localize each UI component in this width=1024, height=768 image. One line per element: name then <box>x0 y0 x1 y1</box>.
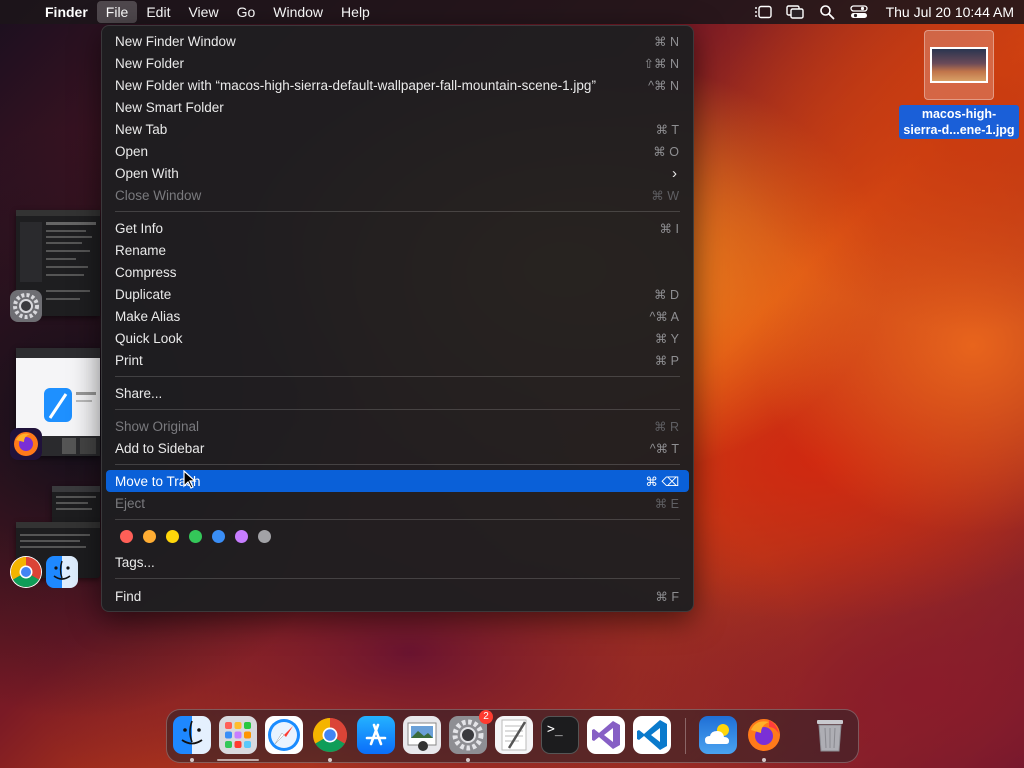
tag-blue-dot[interactable] <box>212 530 225 543</box>
firefox-icon[interactable] <box>745 716 783 754</box>
textedit-icon[interactable] <box>495 716 533 754</box>
desktop-file-name: macos-high- sierra-d...ene-1.jpg <box>899 105 1019 139</box>
weather-icon[interactable] <box>699 716 737 754</box>
menu-item-rename[interactable]: Rename <box>106 239 689 261</box>
menu-separator <box>115 211 680 212</box>
stage-manager-icon[interactable] <box>754 5 772 19</box>
vscode-icon[interactable] <box>633 716 671 754</box>
menu-file[interactable]: File <box>96 1 138 23</box>
menu-item-new-folder[interactable]: New Folder ⇧⌘ N <box>106 52 689 74</box>
menu-item-open-with[interactable]: Open With › <box>106 162 689 184</box>
menu-separator <box>115 376 680 377</box>
menu-separator <box>115 578 680 579</box>
firefox-app-icon[interactable] <box>10 428 42 460</box>
menu-item-share[interactable]: Share... <box>106 382 689 404</box>
tag-yellow-dot[interactable] <box>166 530 179 543</box>
spotlight-search-icon[interactable] <box>818 5 836 20</box>
menu-item-new-smart-folder[interactable]: New Smart Folder <box>106 96 689 118</box>
control-center-icon[interactable] <box>849 5 868 19</box>
screen-mirroring-icon[interactable] <box>785 5 804 19</box>
menu-item-get-info[interactable]: Get Info ⌘ I <box>106 217 689 239</box>
menu-item-compress[interactable]: Compress <box>106 261 689 283</box>
dock-separator <box>685 718 686 754</box>
menu-separator <box>115 409 680 410</box>
dock: 2 >_ <box>166 709 859 763</box>
menu-bar: Finder File Edit View Go Window Help Thu… <box>0 0 1024 24</box>
menu-item-close-window: Close Window ⌘ W <box>115 187 679 203</box>
menu-item-show-original: Show Original ⌘ R <box>115 418 679 434</box>
menu-item-make-alias[interactable]: Make Alias ^⌘ A <box>106 305 689 327</box>
safari-icon[interactable] <box>265 716 303 754</box>
notification-badge: 2 <box>479 710 493 724</box>
finder-app-icon[interactable] <box>46 556 78 588</box>
menu-help[interactable]: Help <box>332 1 379 23</box>
tag-purple-dot[interactable] <box>235 530 248 543</box>
menu-window[interactable]: Window <box>264 1 332 23</box>
terminal-icon[interactable]: >_ <box>541 716 579 754</box>
launchpad-indicator <box>217 759 259 761</box>
chrome-icon[interactable] <box>311 716 349 754</box>
finder-icon[interactable] <box>173 716 211 754</box>
menu-item-quick-look[interactable]: Quick Look ⌘ Y <box>106 327 689 349</box>
running-indicator <box>762 758 766 762</box>
menu-item-tags[interactable]: Tags... <box>106 551 689 573</box>
running-indicator <box>190 758 194 762</box>
tag-color-row <box>120 530 271 543</box>
menu-item-new-finder-window[interactable]: New Finder Window ⌘ N <box>106 30 689 52</box>
visual-studio-icon[interactable] <box>587 716 625 754</box>
tag-red-dot[interactable] <box>120 530 133 543</box>
menu-separator <box>115 519 680 520</box>
system-settings-icon[interactable]: 2 <box>449 710 493 754</box>
app-store-icon[interactable] <box>357 716 395 754</box>
menu-item-print[interactable]: Print ⌘ P <box>106 349 689 371</box>
image-file-thumbnail-icon <box>924 30 994 100</box>
file-menu: New Finder Window ⌘ N New Folder ⇧⌘ N New … <box>101 25 694 612</box>
menu-item-add-to-sidebar[interactable]: Add to Sidebar ^⌘ T <box>106 437 689 459</box>
chrome-app-icon[interactable] <box>10 556 42 588</box>
menu-view[interactable]: View <box>179 1 227 23</box>
menu-item-new-tab[interactable]: New Tab ⌘ T <box>106 118 689 140</box>
menu-finder[interactable]: Finder <box>36 1 97 23</box>
desktop-file-jpg[interactable]: macos-high- sierra-d...ene-1.jpg <box>898 30 1020 139</box>
tag-green-dot[interactable] <box>189 530 202 543</box>
menubar-clock[interactable]: Thu Jul 20 10:44 AM <box>882 4 1014 20</box>
mouse-pointer-icon <box>183 470 197 489</box>
running-indicator <box>466 758 470 762</box>
menu-item-new-folder-with-selection[interactable]: New Folder with “macos-high-sierra-defau… <box>106 74 689 96</box>
menu-go[interactable]: Go <box>228 1 265 23</box>
menu-item-open[interactable]: Open ⌘ O <box>106 140 689 162</box>
stage-window-thumbnail[interactable] <box>52 486 100 526</box>
menu-edit[interactable]: Edit <box>137 1 179 23</box>
chevron-right-icon: › <box>672 164 677 182</box>
launchpad-icon[interactable] <box>219 716 257 754</box>
menu-item-duplicate[interactable]: Duplicate ⌘ D <box>106 283 689 305</box>
menu-separator <box>115 464 680 465</box>
trash-icon[interactable] <box>811 716 849 754</box>
running-indicator <box>328 758 332 762</box>
system-settings-app-icon[interactable] <box>10 290 42 322</box>
tag-orange-dot[interactable] <box>143 530 156 543</box>
menu-item-eject: Eject ⌘ E <box>115 495 679 511</box>
menu-item-find[interactable]: Find ⌘ F <box>106 585 689 607</box>
preview-icon[interactable] <box>403 716 441 754</box>
tag-gray-dot[interactable] <box>258 530 271 543</box>
